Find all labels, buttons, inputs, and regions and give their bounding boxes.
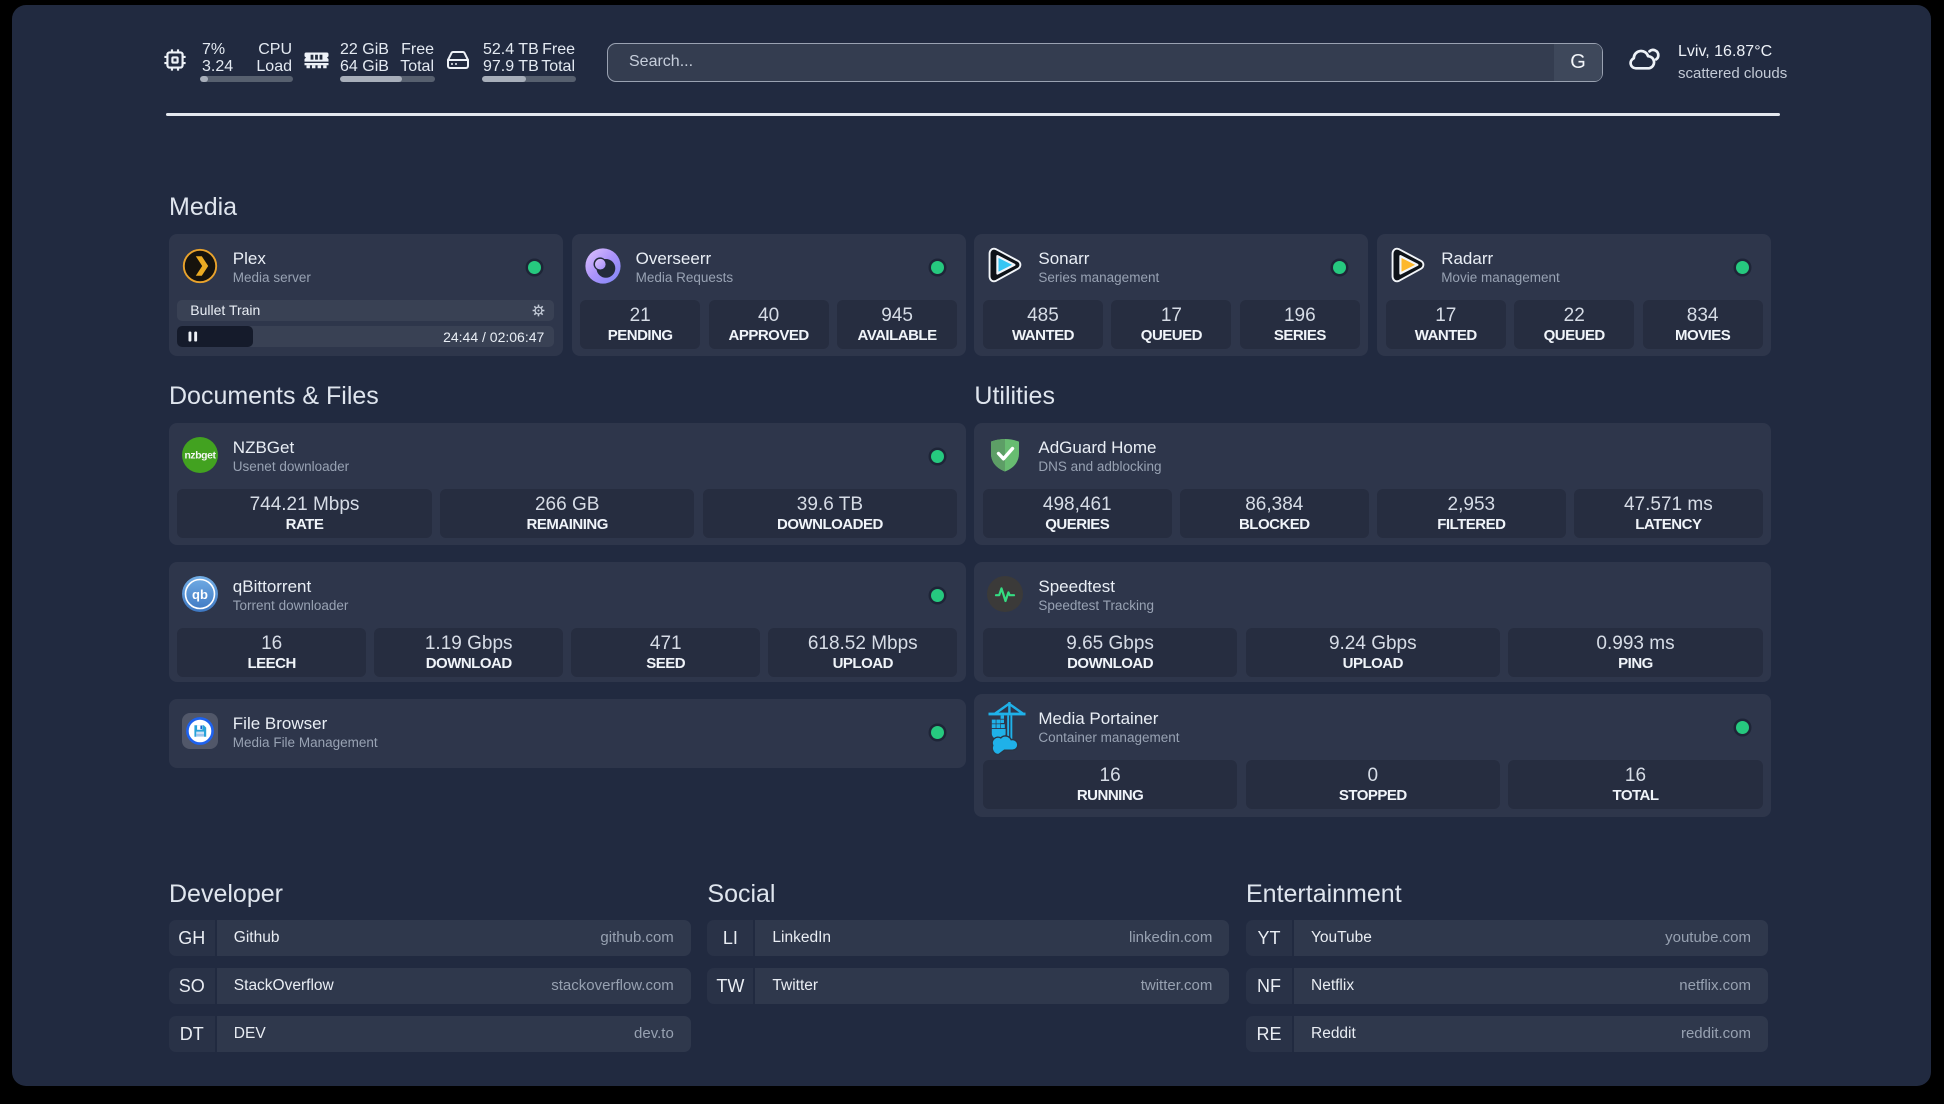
svg-text:nzbget: nzbget [184,450,216,461]
svg-text:qb: qb [192,587,208,602]
